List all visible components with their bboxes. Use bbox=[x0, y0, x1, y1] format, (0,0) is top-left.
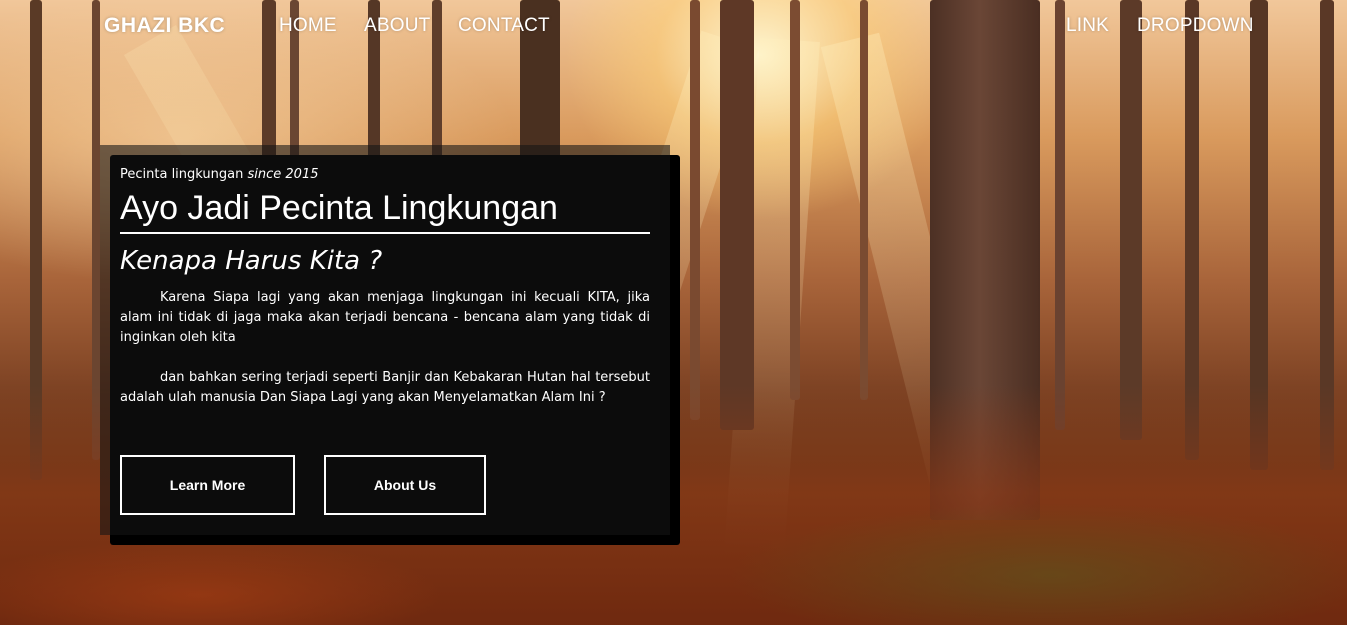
hero-kicker: Pecinta lingkungan since 2015 bbox=[120, 167, 650, 182]
nav-link-about[interactable]: ABOUT bbox=[364, 15, 430, 37]
nav-link-link[interactable]: LINK bbox=[1066, 15, 1109, 37]
navbar: GHAZI BKC HOME ABOUT CONTACT LINK DROPDO… bbox=[0, 0, 1347, 52]
tree-trunk bbox=[790, 0, 800, 400]
tree-trunk bbox=[1120, 0, 1142, 440]
hero-subtitle: Kenapa Harus Kita ? bbox=[120, 246, 383, 276]
tree-trunk bbox=[1055, 0, 1065, 430]
learn-more-button[interactable]: Learn More bbox=[120, 455, 295, 515]
hero-paragraph: dan bahkan sering terjadi seperti Banjir… bbox=[120, 370, 650, 405]
tree-trunk bbox=[860, 0, 868, 400]
nav-link-home[interactable]: HOME bbox=[279, 15, 337, 37]
hero-card: Pecinta lingkungan since 2015 Ayo Jadi P… bbox=[100, 145, 670, 535]
nav-dropdown-toggle[interactable]: DROPDOWN bbox=[1137, 15, 1254, 37]
kicker-text: Pecinta lingkungan bbox=[120, 167, 244, 182]
hero-paragraph: Karena Siapa lagi yang akan menjaga ling… bbox=[120, 290, 650, 345]
brand-logo[interactable]: GHAZI BKC bbox=[104, 14, 225, 38]
nav-link-contact[interactable]: CONTACT bbox=[458, 15, 550, 37]
hero-title: Ayo Jadi Pecinta Lingkungan bbox=[120, 188, 650, 234]
about-us-button[interactable]: About Us bbox=[324, 455, 486, 515]
tree-trunk bbox=[720, 0, 754, 430]
tree-trunk bbox=[690, 0, 700, 420]
kicker-since: since 2015 bbox=[247, 167, 319, 182]
